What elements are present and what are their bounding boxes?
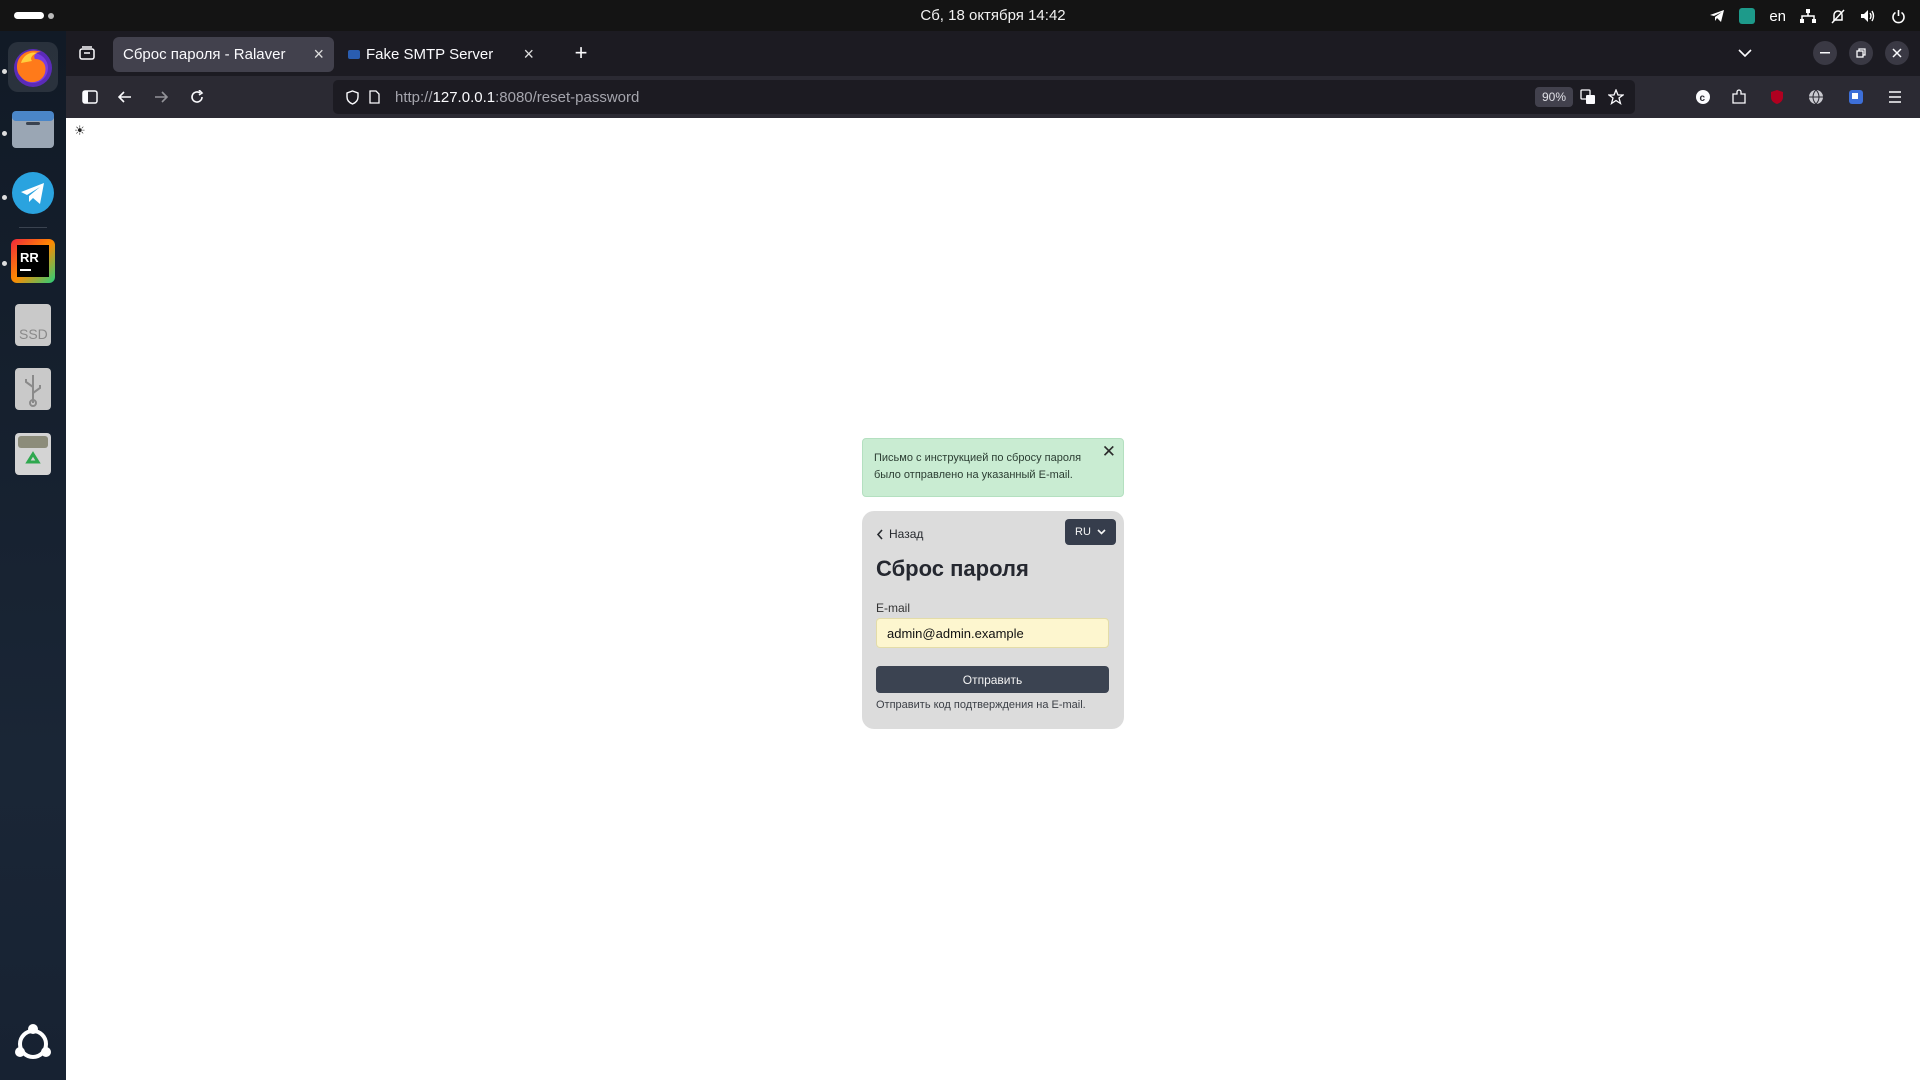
zoom-level-badge[interactable]: 90%: [1535, 87, 1573, 107]
running-indicator: [2, 261, 7, 266]
telegram-tray-icon[interactable]: [1709, 9, 1725, 23]
submit-button[interactable]: Отправить: [876, 666, 1109, 693]
translate-icon[interactable]: [1577, 86, 1599, 108]
tab-close-icon[interactable]: ×: [313, 44, 324, 65]
tab-reset-password[interactable]: Сброс пароля - Ralaver ×: [113, 37, 334, 72]
globe-extension-icon[interactable]: [1805, 86, 1827, 108]
usb-drive-icon[interactable]: [8, 364, 58, 414]
dock: RR SSD: [0, 31, 66, 1080]
translator-extension-icon[interactable]: [1845, 86, 1867, 108]
extensions-puzzle-icon[interactable]: [1728, 86, 1750, 108]
firefox-view-icon[interactable]: [76, 42, 98, 64]
success-alert: Письмо с инструкцией по сбросу пароля бы…: [862, 438, 1124, 497]
email-label: E-mail: [876, 601, 911, 615]
firefox-icon[interactable]: [8, 42, 58, 92]
network-icon[interactable]: [1800, 9, 1816, 23]
files-icon[interactable]: [8, 105, 58, 155]
web-page: ☀ Письмо с инструкцией по сбросу пароля …: [66, 118, 1920, 1080]
chevron-left-icon: [876, 528, 883, 540]
keyboard-layout-indicator[interactable]: en: [1769, 8, 1786, 25]
running-indicator: [2, 131, 7, 136]
back-label: Назад: [889, 527, 924, 541]
back-link[interactable]: Назад: [876, 527, 923, 541]
telegram-icon[interactable]: [8, 168, 58, 218]
power-icon[interactable]: [1890, 9, 1906, 24]
notifications-off-icon[interactable]: [1830, 8, 1846, 24]
alert-close-icon[interactable]: ✕: [1102, 443, 1116, 460]
back-nav-icon[interactable]: [114, 86, 136, 108]
language-select[interactable]: RU: [1065, 519, 1116, 545]
email-field[interactable]: admin@admin.example: [876, 618, 1109, 648]
submit-hint: Отправить код подтверждения на E-mail.: [876, 699, 1086, 711]
tab-close-icon[interactable]: ×: [523, 44, 534, 65]
ssd-drive-icon[interactable]: SSD: [8, 300, 58, 350]
tab-title: Сброс пароля - Ralaver: [123, 46, 286, 63]
app-tray-icon[interactable]: [1739, 8, 1756, 24]
new-tab-button[interactable]: +: [570, 40, 592, 65]
list-tabs-icon[interactable]: [1734, 42, 1756, 64]
minimize-window-button[interactable]: [1813, 41, 1837, 65]
alert-message: Письмо с инструкцией по сбросу пароля бы…: [874, 452, 1082, 481]
show-apps-icon[interactable]: [8, 1019, 58, 1069]
close-window-button[interactable]: [1885, 41, 1909, 65]
running-indicator: [2, 195, 7, 200]
theme-toggle-sun-icon[interactable]: ☀: [74, 123, 86, 139]
running-indicator: [2, 69, 7, 74]
reset-password-card: Назад RU Сброс пароля E-mail admin@admin…: [862, 511, 1124, 729]
tab-fake-smtp-server[interactable]: Fake SMTP Server ×: [338, 37, 544, 72]
browser-tab-bar: Сброс пароля - Ralaver × Fake SMTP Serve…: [66, 31, 1920, 76]
app-menu-icon[interactable]: [1884, 86, 1906, 108]
bookmark-star-icon[interactable]: [1605, 86, 1627, 108]
volume-icon[interactable]: [1860, 9, 1876, 23]
browser-nav-bar: http://127.0.0.1:8080/reset-password 90%…: [66, 76, 1920, 118]
language-label: RU: [1075, 526, 1091, 538]
forward-nav-icon[interactable]: [150, 86, 172, 108]
svg-text:SSD: SSD: [19, 326, 48, 342]
restore-window-button[interactable]: [1849, 41, 1873, 65]
system-top-bar: Сб, 18 октября 14:42 en: [0, 0, 1920, 31]
svg-text:c: c: [1700, 93, 1706, 104]
extension-c-icon[interactable]: c: [1692, 86, 1714, 108]
ublock-origin-icon[interactable]: [1766, 86, 1788, 108]
clock[interactable]: Сб, 18 октября 14:42: [0, 7, 1920, 24]
chevron-down-icon: [1097, 529, 1106, 535]
rustrover-icon[interactable]: RR: [8, 236, 58, 286]
svg-text:RR: RR: [20, 250, 39, 265]
trash-icon[interactable]: [8, 429, 58, 479]
url-bar[interactable]: http://127.0.0.1:8080/reset-password 90%: [333, 80, 1635, 114]
mail-favicon-icon: [348, 50, 360, 59]
reload-icon[interactable]: [186, 86, 208, 108]
url-text[interactable]: http://127.0.0.1:8080/reset-password: [395, 89, 639, 106]
page-info-icon[interactable]: [363, 86, 385, 108]
system-tray: en: [1709, 5, 1906, 27]
sidebar-toggle-icon[interactable]: [79, 86, 101, 108]
dock-separator: [19, 227, 47, 228]
tab-title: Fake SMTP Server: [366, 46, 494, 63]
tracking-protection-shield-icon[interactable]: [341, 86, 363, 108]
page-title: Сброс пароля: [876, 556, 1029, 581]
